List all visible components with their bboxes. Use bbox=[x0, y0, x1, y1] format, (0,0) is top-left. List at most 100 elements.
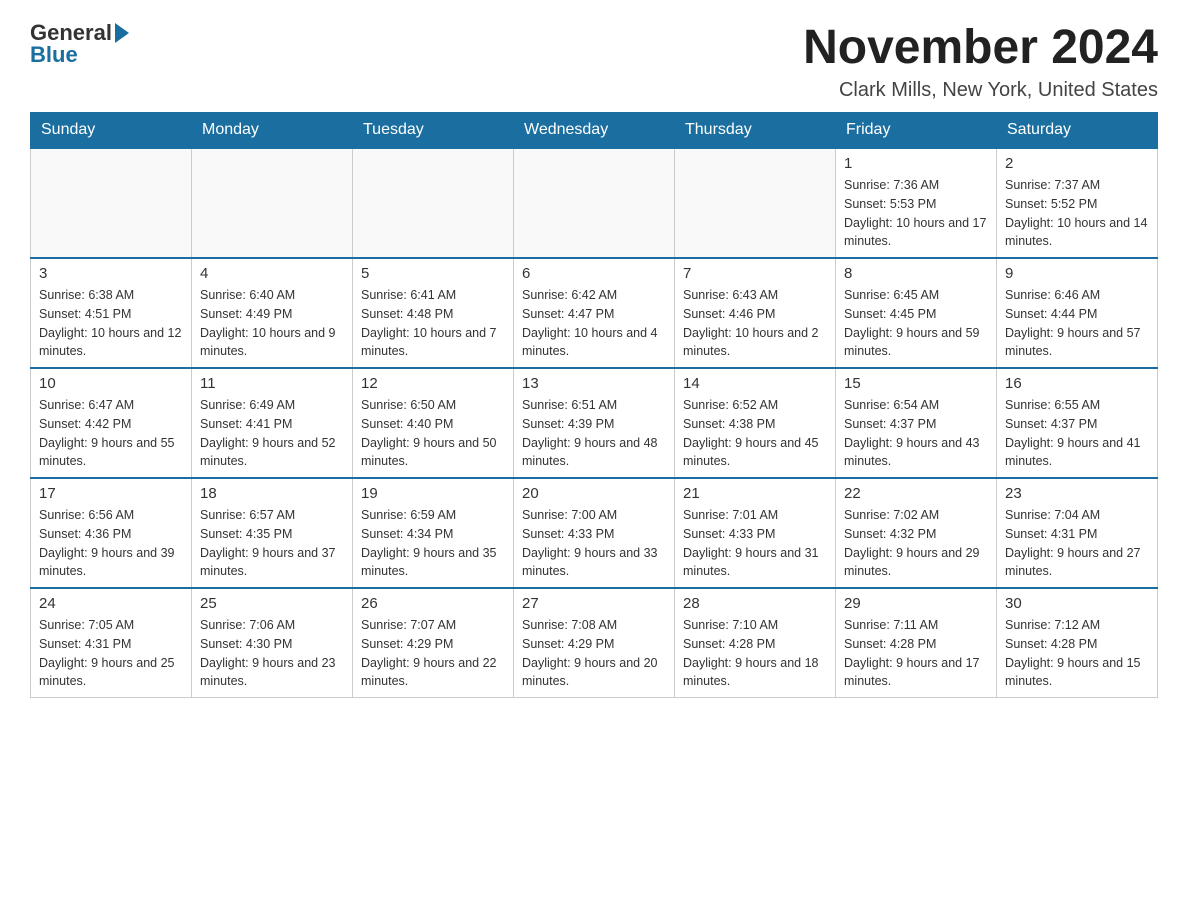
calendar-day-cell bbox=[192, 148, 353, 258]
day-info: Sunrise: 7:37 AM Sunset: 5:52 PM Dayligh… bbox=[1005, 176, 1149, 251]
logo-arrow-icon bbox=[115, 23, 129, 43]
day-info: Sunrise: 7:11 AM Sunset: 4:28 PM Dayligh… bbox=[844, 616, 988, 691]
calendar-day-cell: 14Sunrise: 6:52 AM Sunset: 4:38 PM Dayli… bbox=[675, 368, 836, 478]
day-number: 4 bbox=[200, 265, 344, 282]
day-number: 20 bbox=[522, 485, 666, 502]
day-info: Sunrise: 6:38 AM Sunset: 4:51 PM Dayligh… bbox=[39, 286, 183, 361]
day-number: 15 bbox=[844, 375, 988, 392]
calendar-day-cell: 7 Sunrise: 6:43 AM Sunset: 4:46 PM Daylig… bbox=[675, 258, 836, 368]
calendar-day-cell: 17Sunrise: 6:56 AM Sunset: 4:36 PM Dayli… bbox=[31, 478, 192, 588]
calendar-day-cell: 12Sunrise: 6:50 AM Sunset: 4:40 PM Dayli… bbox=[353, 368, 514, 478]
day-info: Sunrise: 7:10 AM Sunset: 4:28 PM Dayligh… bbox=[683, 616, 827, 691]
day-info: Sunrise: 7:02 AM Sunset: 4:32 PM Dayligh… bbox=[844, 506, 988, 581]
day-info: Sunrise: 7:06 AM Sunset: 4:30 PM Dayligh… bbox=[200, 616, 344, 691]
day-number: 5 bbox=[361, 265, 505, 282]
calendar-day-cell bbox=[514, 148, 675, 258]
day-number: 14 bbox=[683, 375, 827, 392]
day-info: Sunrise: 7:08 AM Sunset: 4:29 PM Dayligh… bbox=[522, 616, 666, 691]
weekday-header-thursday: Thursday bbox=[675, 113, 836, 149]
weekday-header-wednesday: Wednesday bbox=[514, 113, 675, 149]
day-number: 29 bbox=[844, 595, 988, 612]
weekday-header-monday: Monday bbox=[192, 113, 353, 149]
day-number: 10 bbox=[39, 375, 183, 392]
calendar-day-cell: 21 Sunrise: 7:01 AM Sunset: 4:33 PM Dayli… bbox=[675, 478, 836, 588]
day-number: 28 bbox=[683, 595, 827, 612]
day-number: 2 bbox=[1005, 155, 1149, 172]
calendar-day-cell: 5 Sunrise: 6:41 AM Sunset: 4:48 PM Daylig… bbox=[353, 258, 514, 368]
day-number: 21 bbox=[683, 485, 827, 502]
calendar-day-cell: 22 Sunrise: 7:02 AM Sunset: 4:32 PM Dayli… bbox=[836, 478, 997, 588]
day-number: 17 bbox=[39, 485, 183, 502]
day-number: 7 bbox=[683, 265, 827, 282]
calendar-week-row: 3 Sunrise: 6:38 AM Sunset: 4:51 PM Daylig… bbox=[31, 258, 1158, 368]
calendar-body: 1Sunrise: 7:36 AM Sunset: 5:53 PM Daylig… bbox=[31, 148, 1158, 698]
day-number: 27 bbox=[522, 595, 666, 612]
calendar-day-cell: 27 Sunrise: 7:08 AM Sunset: 4:29 PM Dayli… bbox=[514, 588, 675, 698]
day-info: Sunrise: 6:59 AM Sunset: 4:34 PM Dayligh… bbox=[361, 506, 505, 581]
day-info: Sunrise: 7:04 AM Sunset: 4:31 PM Dayligh… bbox=[1005, 506, 1149, 581]
day-number: 16 bbox=[1005, 375, 1149, 392]
weekday-header-row: SundayMondayTuesdayWednesdayThursdayFrid… bbox=[31, 113, 1158, 149]
calendar-day-cell: 10 Sunrise: 6:47 AM Sunset: 4:42 PM Dayli… bbox=[31, 368, 192, 478]
day-number: 11 bbox=[200, 375, 344, 392]
day-info: Sunrise: 6:43 AM Sunset: 4:46 PM Dayligh… bbox=[683, 286, 827, 361]
calendar-table: SundayMondayTuesdayWednesdayThursdayFrid… bbox=[30, 112, 1158, 698]
calendar-week-row: 10 Sunrise: 6:47 AM Sunset: 4:42 PM Dayli… bbox=[31, 368, 1158, 478]
calendar-day-cell: 4 Sunrise: 6:40 AM Sunset: 4:49 PM Daylig… bbox=[192, 258, 353, 368]
day-number: 6 bbox=[522, 265, 666, 282]
day-info: Sunrise: 6:49 AM Sunset: 4:41 PM Dayligh… bbox=[200, 396, 344, 471]
day-info: Sunrise: 6:41 AM Sunset: 4:48 PM Dayligh… bbox=[361, 286, 505, 361]
calendar-day-cell: 30 Sunrise: 7:12 AM Sunset: 4:28 PM Dayli… bbox=[997, 588, 1158, 698]
calendar-day-cell: 13Sunrise: 6:51 AM Sunset: 4:39 PM Dayli… bbox=[514, 368, 675, 478]
day-info: Sunrise: 7:07 AM Sunset: 4:29 PM Dayligh… bbox=[361, 616, 505, 691]
day-number: 30 bbox=[1005, 595, 1149, 612]
day-info: Sunrise: 6:57 AM Sunset: 4:35 PM Dayligh… bbox=[200, 506, 344, 581]
day-info: Sunrise: 6:51 AM Sunset: 4:39 PM Dayligh… bbox=[522, 396, 666, 471]
day-info: Sunrise: 6:46 AM Sunset: 4:44 PM Dayligh… bbox=[1005, 286, 1149, 361]
calendar-week-row: 1Sunrise: 7:36 AM Sunset: 5:53 PM Daylig… bbox=[31, 148, 1158, 258]
day-number: 8 bbox=[844, 265, 988, 282]
day-info: Sunrise: 7:12 AM Sunset: 4:28 PM Dayligh… bbox=[1005, 616, 1149, 691]
calendar-day-cell: 16 Sunrise: 6:55 AM Sunset: 4:37 PM Dayli… bbox=[997, 368, 1158, 478]
calendar-day-cell: 25 Sunrise: 7:06 AM Sunset: 4:30 PM Dayli… bbox=[192, 588, 353, 698]
weekday-header-saturday: Saturday bbox=[997, 113, 1158, 149]
day-info: Sunrise: 6:42 AM Sunset: 4:47 PM Dayligh… bbox=[522, 286, 666, 361]
day-info: Sunrise: 7:00 AM Sunset: 4:33 PM Dayligh… bbox=[522, 506, 666, 581]
day-number: 25 bbox=[200, 595, 344, 612]
logo: General Blue bbox=[30, 20, 129, 68]
day-number: 19 bbox=[361, 485, 505, 502]
day-number: 23 bbox=[1005, 485, 1149, 502]
calendar-day-cell: 19 Sunrise: 6:59 AM Sunset: 4:34 PM Dayli… bbox=[353, 478, 514, 588]
day-number: 12 bbox=[361, 375, 505, 392]
weekday-header-friday: Friday bbox=[836, 113, 997, 149]
calendar-day-cell: 15 Sunrise: 6:54 AM Sunset: 4:37 PM Dayli… bbox=[836, 368, 997, 478]
calendar-day-cell bbox=[31, 148, 192, 258]
location-subtitle: Clark Mills, New York, United States bbox=[803, 79, 1158, 102]
calendar-day-cell: 9 Sunrise: 6:46 AM Sunset: 4:44 PM Daylig… bbox=[997, 258, 1158, 368]
logo-blue-text: Blue bbox=[30, 42, 78, 68]
weekday-header-sunday: Sunday bbox=[31, 113, 192, 149]
day-info: Sunrise: 6:54 AM Sunset: 4:37 PM Dayligh… bbox=[844, 396, 988, 471]
title-block: November 2024 Clark Mills, New York, Uni… bbox=[803, 20, 1158, 102]
calendar-day-cell: 23 Sunrise: 7:04 AM Sunset: 4:31 PM Dayli… bbox=[997, 478, 1158, 588]
calendar-day-cell: 11 Sunrise: 6:49 AM Sunset: 4:41 PM Dayli… bbox=[192, 368, 353, 478]
month-title: November 2024 bbox=[803, 20, 1158, 75]
calendar-day-cell: 18Sunrise: 6:57 AM Sunset: 4:35 PM Dayli… bbox=[192, 478, 353, 588]
calendar-day-cell: 3 Sunrise: 6:38 AM Sunset: 4:51 PM Daylig… bbox=[31, 258, 192, 368]
day-number: 3 bbox=[39, 265, 183, 282]
calendar-day-cell: 2 Sunrise: 7:37 AM Sunset: 5:52 PM Daylig… bbox=[997, 148, 1158, 258]
day-info: Sunrise: 6:47 AM Sunset: 4:42 PM Dayligh… bbox=[39, 396, 183, 471]
day-number: 26 bbox=[361, 595, 505, 612]
day-info: Sunrise: 6:45 AM Sunset: 4:45 PM Dayligh… bbox=[844, 286, 988, 361]
weekday-header-tuesday: Tuesday bbox=[353, 113, 514, 149]
calendar-week-row: 24Sunrise: 7:05 AM Sunset: 4:31 PM Dayli… bbox=[31, 588, 1158, 698]
day-info: Sunrise: 6:40 AM Sunset: 4:49 PM Dayligh… bbox=[200, 286, 344, 361]
day-number: 22 bbox=[844, 485, 988, 502]
day-info: Sunrise: 7:36 AM Sunset: 5:53 PM Dayligh… bbox=[844, 176, 988, 251]
calendar-day-cell: 20 Sunrise: 7:00 AM Sunset: 4:33 PM Dayli… bbox=[514, 478, 675, 588]
day-info: Sunrise: 7:05 AM Sunset: 4:31 PM Dayligh… bbox=[39, 616, 183, 691]
day-number: 9 bbox=[1005, 265, 1149, 282]
calendar-day-cell: 8 Sunrise: 6:45 AM Sunset: 4:45 PM Daylig… bbox=[836, 258, 997, 368]
day-info: Sunrise: 6:55 AM Sunset: 4:37 PM Dayligh… bbox=[1005, 396, 1149, 471]
day-info: Sunrise: 7:01 AM Sunset: 4:33 PM Dayligh… bbox=[683, 506, 827, 581]
